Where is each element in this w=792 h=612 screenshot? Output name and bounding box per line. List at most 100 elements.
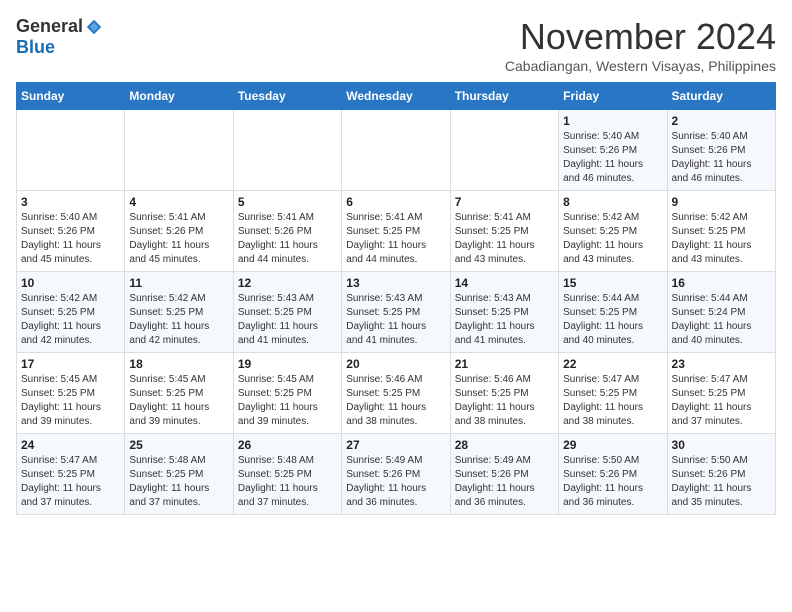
day-number: 4 bbox=[129, 195, 228, 209]
day-number: 5 bbox=[238, 195, 337, 209]
day-number: 13 bbox=[346, 276, 445, 290]
calendar-cell bbox=[17, 110, 125, 191]
day-info: Sunrise: 5:41 AM Sunset: 5:26 PM Dayligh… bbox=[238, 211, 337, 267]
calendar-cell bbox=[125, 110, 233, 191]
calendar-cell: 22 Sunrise: 5:47 AM Sunset: 5:25 PM Dayli… bbox=[559, 353, 667, 434]
day-info: Sunrise: 5:41 AM Sunset: 5:26 PM Dayligh… bbox=[129, 211, 228, 267]
calendar-cell: 13Sunrise: 5:43 AM Sunset: 5:25 PM Dayli… bbox=[342, 272, 450, 353]
day-info: Sunrise: 5:42 AM Sunset: 5:25 PM Dayligh… bbox=[563, 211, 662, 267]
day-number: 17 bbox=[21, 357, 120, 371]
day-info: Sunrise: 5:48 AM Sunset: 5:25 PM Dayligh… bbox=[129, 454, 228, 510]
header-monday: Monday bbox=[125, 83, 233, 110]
day-number: 23 bbox=[672, 357, 771, 371]
calendar-cell: 21 Sunrise: 5:46 AM Sunset: 5:25 PM Dayli… bbox=[450, 353, 558, 434]
header-friday: Friday bbox=[559, 83, 667, 110]
day-number: 27 bbox=[346, 438, 445, 452]
day-number: 24 bbox=[21, 438, 120, 452]
day-info: Sunrise: 5:40 AM Sunset: 5:26 PM Dayligh… bbox=[21, 211, 120, 267]
day-number: 28 bbox=[455, 438, 554, 452]
calendar-cell: 16Sunrise: 5:44 AM Sunset: 5:24 PM Dayli… bbox=[667, 272, 775, 353]
calendar-cell: 28 Sunrise: 5:49 AM Sunset: 5:26 PM Dayli… bbox=[450, 434, 558, 515]
day-info: Sunrise: 5:45 AM Sunset: 5:25 PM Dayligh… bbox=[238, 373, 337, 429]
location-text: Cabadiangan, Western Visayas, Philippine… bbox=[505, 58, 776, 74]
day-number: 9 bbox=[672, 195, 771, 209]
day-number: 15 bbox=[563, 276, 662, 290]
logo-general-text: General bbox=[16, 16, 83, 37]
day-number: 1 bbox=[563, 114, 662, 128]
day-info: Sunrise: 5:40 AM Sunset: 5:26 PM Dayligh… bbox=[563, 130, 662, 186]
title-section: November 2024 Cabadiangan, Western Visay… bbox=[505, 16, 776, 74]
day-number: 20 bbox=[346, 357, 445, 371]
day-number: 21 bbox=[455, 357, 554, 371]
day-info: Sunrise: 5:46 AM Sunset: 5:25 PM Dayligh… bbox=[346, 373, 445, 429]
calendar-cell: 18Sunrise: 5:45 AM Sunset: 5:25 PM Dayli… bbox=[125, 353, 233, 434]
header-tuesday: Tuesday bbox=[233, 83, 341, 110]
day-number: 3 bbox=[21, 195, 120, 209]
calendar-cell: 19 Sunrise: 5:45 AM Sunset: 5:25 PM Dayli… bbox=[233, 353, 341, 434]
day-number: 7 bbox=[455, 195, 554, 209]
day-info: Sunrise: 5:45 AM Sunset: 5:25 PM Dayligh… bbox=[129, 373, 228, 429]
calendar-cell bbox=[233, 110, 341, 191]
header-saturday: Saturday bbox=[667, 83, 775, 110]
day-number: 26 bbox=[238, 438, 337, 452]
day-info: Sunrise: 5:48 AM Sunset: 5:25 PM Dayligh… bbox=[238, 454, 337, 510]
calendar-cell: 15 Sunrise: 5:44 AM Sunset: 5:25 PM Dayli… bbox=[559, 272, 667, 353]
calendar-cell: 1 Sunrise: 5:40 AM Sunset: 5:26 PM Daylig… bbox=[559, 110, 667, 191]
header-wednesday: Wednesday bbox=[342, 83, 450, 110]
calendar-week-4: 17 Sunrise: 5:45 AM Sunset: 5:25 PM Dayli… bbox=[17, 353, 776, 434]
calendar-cell: 4 Sunrise: 5:41 AM Sunset: 5:26 PM Daylig… bbox=[125, 191, 233, 272]
calendar-cell: 11Sunrise: 5:42 AM Sunset: 5:25 PM Dayli… bbox=[125, 272, 233, 353]
day-number: 19 bbox=[238, 357, 337, 371]
calendar-cell: 12Sunrise: 5:43 AM Sunset: 5:25 PM Dayli… bbox=[233, 272, 341, 353]
calendar-week-2: 3 Sunrise: 5:40 AM Sunset: 5:26 PM Daylig… bbox=[17, 191, 776, 272]
day-number: 29 bbox=[563, 438, 662, 452]
calendar-cell: 24Sunrise: 5:47 AM Sunset: 5:25 PM Dayli… bbox=[17, 434, 125, 515]
calendar-cell: 3 Sunrise: 5:40 AM Sunset: 5:26 PM Daylig… bbox=[17, 191, 125, 272]
day-info: Sunrise: 5:44 AM Sunset: 5:24 PM Dayligh… bbox=[672, 292, 771, 348]
calendar-cell: 6Sunrise: 5:41 AM Sunset: 5:25 PM Daylig… bbox=[342, 191, 450, 272]
day-info: Sunrise: 5:42 AM Sunset: 5:25 PM Dayligh… bbox=[21, 292, 120, 348]
day-number: 2 bbox=[672, 114, 771, 128]
logo: General Blue bbox=[16, 16, 103, 58]
day-info: Sunrise: 5:49 AM Sunset: 5:26 PM Dayligh… bbox=[455, 454, 554, 510]
day-info: Sunrise: 5:42 AM Sunset: 5:25 PM Dayligh… bbox=[129, 292, 228, 348]
calendar-cell: 17 Sunrise: 5:45 AM Sunset: 5:25 PM Dayli… bbox=[17, 353, 125, 434]
calendar-cell: 5 Sunrise: 5:41 AM Sunset: 5:26 PM Daylig… bbox=[233, 191, 341, 272]
day-info: Sunrise: 5:46 AM Sunset: 5:25 PM Dayligh… bbox=[455, 373, 554, 429]
day-number: 25 bbox=[129, 438, 228, 452]
calendar-cell: 8 Sunrise: 5:42 AM Sunset: 5:25 PM Daylig… bbox=[559, 191, 667, 272]
day-info: Sunrise: 5:50 AM Sunset: 5:26 PM Dayligh… bbox=[672, 454, 771, 510]
day-info: Sunrise: 5:47 AM Sunset: 5:25 PM Dayligh… bbox=[563, 373, 662, 429]
day-info: Sunrise: 5:49 AM Sunset: 5:26 PM Dayligh… bbox=[346, 454, 445, 510]
calendar-week-1: 1 Sunrise: 5:40 AM Sunset: 5:26 PM Daylig… bbox=[17, 110, 776, 191]
day-number: 22 bbox=[563, 357, 662, 371]
calendar-cell: 9 Sunrise: 5:42 AM Sunset: 5:25 PM Daylig… bbox=[667, 191, 775, 272]
day-number: 14 bbox=[455, 276, 554, 290]
day-info: Sunrise: 5:43 AM Sunset: 5:25 PM Dayligh… bbox=[455, 292, 554, 348]
day-info: Sunrise: 5:44 AM Sunset: 5:25 PM Dayligh… bbox=[563, 292, 662, 348]
calendar-cell: 10Sunrise: 5:42 AM Sunset: 5:25 PM Dayli… bbox=[17, 272, 125, 353]
calendar-cell: 2 Sunrise: 5:40 AM Sunset: 5:26 PM Daylig… bbox=[667, 110, 775, 191]
month-title: November 2024 bbox=[505, 16, 776, 58]
day-info: Sunrise: 5:45 AM Sunset: 5:25 PM Dayligh… bbox=[21, 373, 120, 429]
day-number: 6 bbox=[346, 195, 445, 209]
day-info: Sunrise: 5:50 AM Sunset: 5:26 PM Dayligh… bbox=[563, 454, 662, 510]
calendar-week-3: 10Sunrise: 5:42 AM Sunset: 5:25 PM Dayli… bbox=[17, 272, 776, 353]
header-thursday: Thursday bbox=[450, 83, 558, 110]
calendar-header-row: SundayMondayTuesdayWednesdayThursdayFrid… bbox=[17, 83, 776, 110]
calendar-cell: 20 Sunrise: 5:46 AM Sunset: 5:25 PM Dayli… bbox=[342, 353, 450, 434]
calendar-cell: 30 Sunrise: 5:50 AM Sunset: 5:26 PM Dayli… bbox=[667, 434, 775, 515]
logo-icon bbox=[85, 18, 103, 36]
calendar-cell: 26 Sunrise: 5:48 AM Sunset: 5:25 PM Dayli… bbox=[233, 434, 341, 515]
day-number: 8 bbox=[563, 195, 662, 209]
calendar-cell: 14 Sunrise: 5:43 AM Sunset: 5:25 PM Dayli… bbox=[450, 272, 558, 353]
calendar-cell: 25 Sunrise: 5:48 AM Sunset: 5:25 PM Dayli… bbox=[125, 434, 233, 515]
day-number: 30 bbox=[672, 438, 771, 452]
calendar-cell bbox=[342, 110, 450, 191]
calendar-cell: 27 Sunrise: 5:49 AM Sunset: 5:26 PM Dayli… bbox=[342, 434, 450, 515]
day-info: Sunrise: 5:41 AM Sunset: 5:25 PM Dayligh… bbox=[455, 211, 554, 267]
day-info: Sunrise: 5:42 AM Sunset: 5:25 PM Dayligh… bbox=[672, 211, 771, 267]
day-info: Sunrise: 5:40 AM Sunset: 5:26 PM Dayligh… bbox=[672, 130, 771, 186]
calendar-week-5: 24Sunrise: 5:47 AM Sunset: 5:25 PM Dayli… bbox=[17, 434, 776, 515]
day-number: 12 bbox=[238, 276, 337, 290]
